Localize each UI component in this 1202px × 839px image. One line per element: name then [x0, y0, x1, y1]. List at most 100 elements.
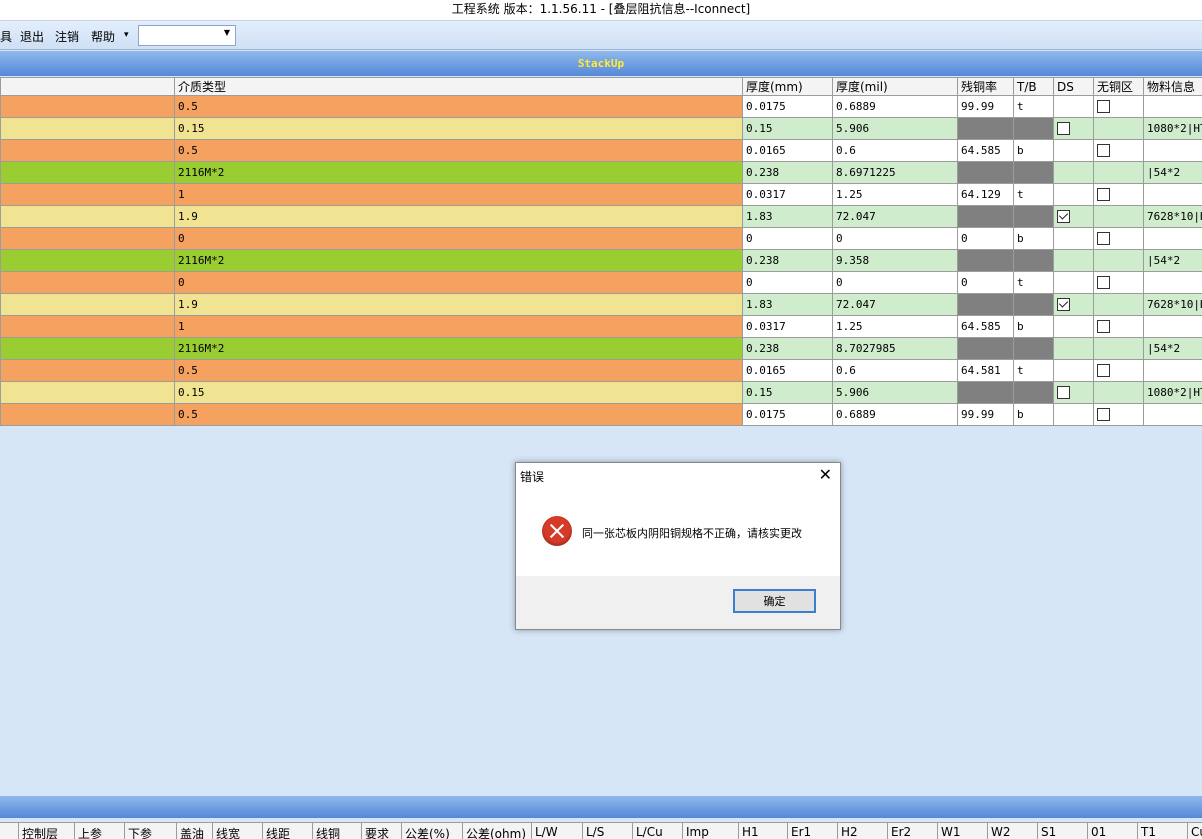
- no-copper-cell[interactable]: [1094, 360, 1144, 382]
- thickness-mil-cell[interactable]: 8.6971225: [833, 162, 958, 184]
- top-bottom-cell[interactable]: [1014, 162, 1054, 184]
- close-icon[interactable]: ✕: [819, 465, 832, 484]
- material-info-cell[interactable]: 7628*10|HTE: [1144, 206, 1202, 228]
- ds-cell[interactable]: [1054, 250, 1094, 272]
- no-copper-checkbox[interactable]: [1097, 364, 1110, 377]
- column-header[interactable]: 无铜区: [1094, 78, 1144, 96]
- layer-color-cell[interactable]: [1, 316, 175, 338]
- thickness-mm-cell[interactable]: 0.0175: [743, 96, 833, 118]
- top-bottom-cell[interactable]: [1014, 118, 1054, 140]
- layer-color-cell[interactable]: [1, 294, 175, 316]
- top-bottom-cell[interactable]: t: [1014, 360, 1054, 382]
- no-copper-cell[interactable]: [1094, 294, 1144, 316]
- material-info-cell[interactable]: 1080*2|HTE: [1144, 382, 1202, 404]
- bottom-column-header[interactable]: T1: [1141, 825, 1156, 839]
- ds-checkbox[interactable]: [1057, 122, 1070, 135]
- material-info-cell[interactable]: [1144, 272, 1202, 294]
- material-info-cell[interactable]: [1144, 140, 1202, 162]
- top-bottom-cell[interactable]: [1014, 206, 1054, 228]
- layer-color-cell[interactable]: [1, 404, 175, 426]
- bottom-column-header[interactable]: 上参: [78, 825, 102, 839]
- table-row[interactable]: 0.50.01650.664.581t: [1, 360, 1202, 382]
- thickness-mm-cell[interactable]: 0.15: [743, 118, 833, 140]
- table-row[interactable]: 0.50.01650.664.585b: [1, 140, 1202, 162]
- dielectric-type-cell[interactable]: 0.15: [175, 382, 743, 404]
- no-copper-checkbox[interactable]: [1097, 144, 1110, 157]
- chevron-down-icon[interactable]: ▼: [224, 28, 230, 37]
- material-info-cell[interactable]: |54*2: [1144, 250, 1202, 272]
- top-bottom-cell[interactable]: b: [1014, 316, 1054, 338]
- residual-copper-cell[interactable]: 64.129: [958, 184, 1014, 206]
- thickness-mil-cell[interactable]: 0.6889: [833, 96, 958, 118]
- ds-checkbox[interactable]: [1057, 298, 1070, 311]
- ds-cell[interactable]: [1054, 184, 1094, 206]
- thickness-mm-cell[interactable]: 0.0317: [743, 316, 833, 338]
- residual-copper-cell[interactable]: 99.99: [958, 404, 1014, 426]
- material-info-cell[interactable]: |54*2: [1144, 338, 1202, 360]
- thickness-mil-cell[interactable]: 0: [833, 228, 958, 250]
- bottom-column-header[interactable]: 公差(ohm): [466, 825, 526, 839]
- column-header[interactable]: 物料信息: [1144, 78, 1202, 96]
- material-info-cell[interactable]: |54*2: [1144, 162, 1202, 184]
- thickness-mil-cell[interactable]: 1.25: [833, 184, 958, 206]
- thickness-mm-cell[interactable]: 0.0165: [743, 360, 833, 382]
- menu-logout[interactable]: 注销: [55, 28, 79, 45]
- no-copper-cell[interactable]: [1094, 338, 1144, 360]
- no-copper-checkbox[interactable]: [1097, 320, 1110, 333]
- table-row[interactable]: 0000t: [1, 272, 1202, 294]
- material-info-cell[interactable]: [1144, 360, 1202, 382]
- material-info-cell[interactable]: [1144, 404, 1202, 426]
- bottom-column-header[interactable]: L/Cu: [636, 825, 663, 839]
- no-copper-cell[interactable]: [1094, 228, 1144, 250]
- bottom-column-header[interactable]: L/S: [586, 825, 604, 839]
- no-copper-checkbox[interactable]: [1097, 408, 1110, 421]
- dielectric-type-cell[interactable]: 0: [175, 272, 743, 294]
- bottom-column-header[interactable]: 下参: [128, 825, 152, 839]
- material-info-cell[interactable]: [1144, 184, 1202, 206]
- residual-copper-cell[interactable]: 0: [958, 272, 1014, 294]
- thickness-mm-cell[interactable]: 0: [743, 272, 833, 294]
- bottom-column-header[interactable]: 盖油: [180, 825, 204, 839]
- material-info-cell[interactable]: 7628*10|HTE: [1144, 294, 1202, 316]
- dielectric-type-cell[interactable]: 2116M*2: [175, 338, 743, 360]
- no-copper-checkbox[interactable]: [1097, 188, 1110, 201]
- dielectric-type-cell[interactable]: 0.5: [175, 96, 743, 118]
- no-copper-cell[interactable]: [1094, 272, 1144, 294]
- bottom-column-header[interactable]: Er1: [791, 825, 811, 839]
- material-info-cell[interactable]: [1144, 316, 1202, 338]
- no-copper-cell[interactable]: [1094, 140, 1144, 162]
- thickness-mm-cell[interactable]: 1.83: [743, 206, 833, 228]
- column-header[interactable]: T/B: [1014, 78, 1054, 96]
- table-row[interactable]: 0000b: [1, 228, 1202, 250]
- dielectric-type-cell[interactable]: 0.5: [175, 404, 743, 426]
- ds-cell[interactable]: [1054, 338, 1094, 360]
- menu-exit[interactable]: 退出: [20, 28, 44, 45]
- residual-copper-cell[interactable]: [958, 250, 1014, 272]
- ds-cell[interactable]: [1054, 294, 1094, 316]
- material-info-cell[interactable]: 1080*2|HTE: [1144, 118, 1202, 140]
- layer-color-cell[interactable]: [1, 382, 175, 404]
- bottom-column-header[interactable]: H2: [841, 825, 858, 839]
- no-copper-checkbox[interactable]: [1097, 100, 1110, 113]
- column-header[interactable]: [1, 78, 175, 96]
- ds-cell[interactable]: [1054, 360, 1094, 382]
- ds-cell[interactable]: [1054, 206, 1094, 228]
- thickness-mm-cell[interactable]: 1.83: [743, 294, 833, 316]
- thickness-mm-cell[interactable]: 0.238: [743, 250, 833, 272]
- layer-color-cell[interactable]: [1, 272, 175, 294]
- table-row[interactable]: 10.03171.2564.129t: [1, 184, 1202, 206]
- column-header[interactable]: 介质类型: [175, 78, 743, 96]
- thickness-mil-cell[interactable]: 5.906: [833, 118, 958, 140]
- table-row[interactable]: 0.50.01750.688999.99b: [1, 404, 1202, 426]
- table-row[interactable]: 1.91.8372.0477628*10|HTE: [1, 206, 1202, 228]
- thickness-mm-cell[interactable]: 0.0175: [743, 404, 833, 426]
- residual-copper-cell[interactable]: [958, 206, 1014, 228]
- no-copper-cell[interactable]: [1094, 404, 1144, 426]
- layer-color-cell[interactable]: [1, 360, 175, 382]
- layer-color-cell[interactable]: [1, 96, 175, 118]
- bottom-column-header[interactable]: 公差(%): [405, 825, 450, 839]
- column-header[interactable]: DS: [1054, 78, 1094, 96]
- bottom-column-header[interactable]: Imp: [686, 825, 709, 839]
- bottom-column-header[interactable]: L/W: [535, 825, 558, 839]
- no-copper-cell[interactable]: [1094, 250, 1144, 272]
